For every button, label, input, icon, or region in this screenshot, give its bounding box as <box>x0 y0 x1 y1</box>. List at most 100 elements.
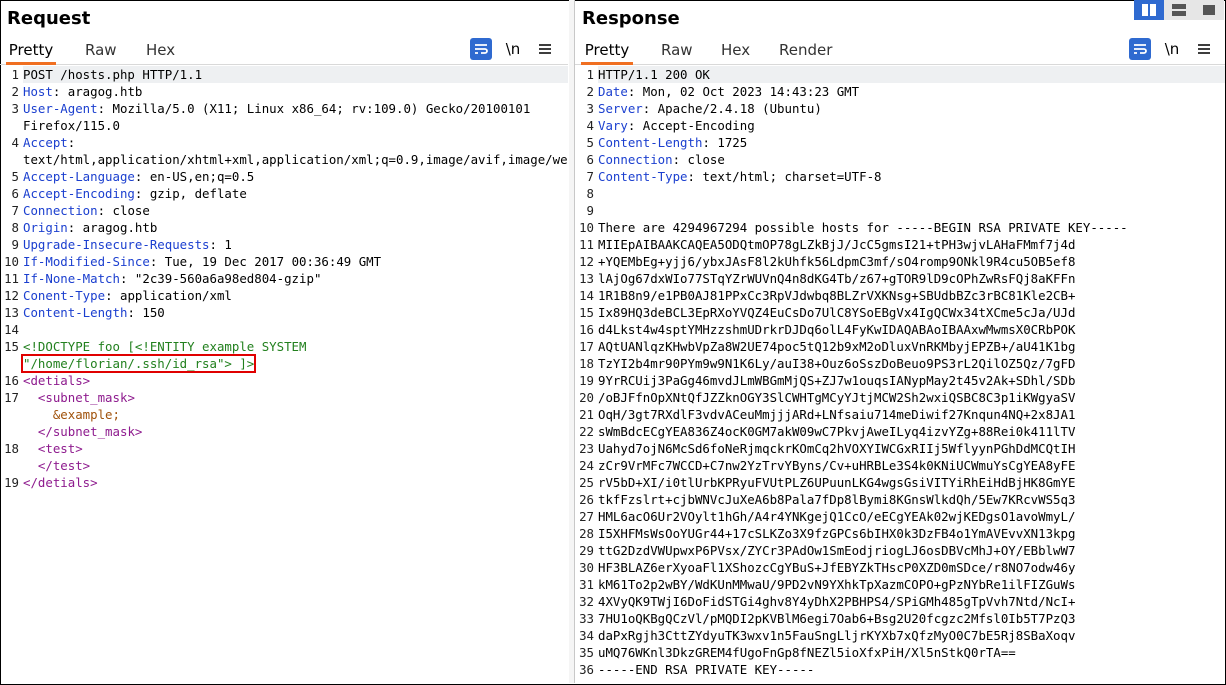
line-text: HTTP/1.1 200 OK <box>598 66 1225 83</box>
code-line: 21 OqH/3gt7RXdlF3vdvACeuMmjjjARd+LNfsaiu7… <box>575 406 1225 423</box>
line-number: 28 <box>579 526 594 541</box>
line-number: 1 <box>586 67 594 82</box>
plain-text: sWmBdcECgYEA836Z4ocK0GM7akW09wC7PkvjAweI… <box>598 424 1076 439</box>
code-line: 2 Host: aragog.htb <box>0 83 568 100</box>
line-number: 2 <box>586 84 594 99</box>
line-number: 26 <box>579 492 594 507</box>
hamburger-menu-icon[interactable] <box>534 38 556 60</box>
header-value: : Tue, 19 Dec 2017 00:36:49 GMT <box>149 254 382 269</box>
header-name: Server <box>598 101 643 116</box>
plain-text: tkfFzslrt+cjbWNVcJuXeA6b8Pala7fDp8lBymi8… <box>598 492 1076 507</box>
line-number: 13 <box>4 305 19 320</box>
line-number: 29 <box>579 543 594 558</box>
tab-raw[interactable]: Raw <box>85 40 117 62</box>
line-number: 18 <box>4 441 19 456</box>
line-text <box>598 202 1225 219</box>
hamburger-menu-icon[interactable] <box>1193 38 1215 60</box>
code-line: 16 d4Lkst4w4sptYMHzzshmUDrkrDJDq6olL4FyKw… <box>575 321 1225 338</box>
tab-raw[interactable]: Raw <box>661 40 693 62</box>
code-line: 20/oBJFfnOpXNtQfJZZknOGY3SlCWHTgMCyYJtjM… <box>575 389 1225 406</box>
code-line: 23 Uahyd7ojN6McSd6foNeRjmqckrKOmCq2hVOXYI… <box>575 440 1225 457</box>
plain-text: +YQEMbEg+yjj6/ybxJAsF8l2kUhfk56LdpmC3mf/… <box>598 254 1076 269</box>
request-body[interactable]: 1 POST /hosts.php HTTP/1.1 2 Host: aragog.h… <box>0 66 568 683</box>
xml-tag: <test> <box>37 441 83 456</box>
line-number: 7 <box>11 203 19 218</box>
line-number: 27 <box>579 509 594 524</box>
code-line: 30 HF3BLAZ6erXyoaFl1XShozcCgYBuS+JfEBYZkT… <box>575 559 1225 576</box>
show-newlines-toggle[interactable]: \n <box>502 38 524 60</box>
entity-reference: &example; <box>52 407 120 422</box>
plain-text: There are 4294967294 possible hosts for … <box>598 220 1128 235</box>
line-number: 36 <box>579 662 594 677</box>
plain-text: MIIEpAIBAAKCAQEA5ODQtmOP78gLZkBjJ/JcC5gm… <box>598 237 1076 252</box>
header-name: Date <box>598 84 628 99</box>
line-text: Accept-Encoding: gzip, deflate <box>23 185 568 202</box>
header-name: Vary <box>598 118 628 133</box>
tab-pretty[interactable]: Pretty <box>6 40 56 65</box>
line-number: 7 <box>586 169 594 184</box>
plain-text: 4XVyQK9TWjI6DoFidSTGi4ghv8Y4yDhX2PBHPS4/… <box>598 594 1076 609</box>
tab-hex[interactable]: Hex <box>721 40 750 62</box>
tab-render[interactable]: Render <box>779 40 832 62</box>
line-number: 14 <box>579 288 594 303</box>
line-number: 20 <box>579 390 594 405</box>
code-line: 12 Conent-Type: application/xml <box>0 287 568 304</box>
code-line: 29 ttG2DzdVWUpwxP6PVsx/ZYCr3PAdOw1SmEodjr… <box>575 542 1225 559</box>
line-text: -----END RSA PRIVATE KEY----- <box>598 661 1225 678</box>
line-number: 19 <box>4 475 19 490</box>
line-number: 18 <box>579 356 594 371</box>
line-number: 11 <box>4 271 19 286</box>
plain-text: OqH/3gt7RXdlF3vdvACeuMmjjjARd+LNfsaiu714… <box>598 407 1076 422</box>
plain-text: ttG2DzdVWUpwxP6PVsx/ZYCr3PAdOw1SmEodjrio… <box>598 543 1076 558</box>
header-name: Connection <box>598 152 673 167</box>
line-number: 17 <box>579 339 594 354</box>
line-number: 22 <box>579 424 594 439</box>
line-number: 16 <box>4 373 19 388</box>
line-text: If-None-Match: "2c39-560a6a98ed804-gzip" <box>23 270 568 287</box>
request-title: Request <box>7 8 91 29</box>
line-text: Origin: aragog.htb <box>23 219 568 236</box>
line-text: Content-Type: text/html; charset=UTF-8 <box>598 168 1225 185</box>
response-pane: Response Pretty Raw Hex Render \n 1 HTTP/… <box>574 0 1225 683</box>
tab-hex[interactable]: Hex <box>146 40 175 62</box>
header-value: : text/html; charset=UTF-8 <box>687 169 882 184</box>
line-text: Host: aragog.htb <box>23 83 568 100</box>
line-text: Connection: close <box>598 151 1225 168</box>
code-line: 9 <box>575 202 1225 219</box>
header-name: Content-Length <box>598 135 703 150</box>
wrap-lines-icon[interactable] <box>470 38 492 60</box>
code-line: 18 TzYI2b4mr90PYm9w9N1K6Ly/auI38+Ouz6oSsz… <box>575 355 1225 372</box>
show-newlines-toggle[interactable]: \n <box>1161 38 1183 60</box>
code-line: 10 There are 4294967294 possible hosts fo… <box>575 219 1225 236</box>
code-line: 10 If-Modified-Since: Tue, 19 Dec 2017 00… <box>0 253 568 270</box>
header-value: : Apache/2.4.18 (Ubuntu) <box>642 101 822 116</box>
line-number: 11 <box>579 237 594 252</box>
header-name: Origin <box>23 220 68 235</box>
code-line: 6 Accept-Encoding: gzip, deflate <box>0 185 568 202</box>
code-line: 19 9YrRCUij3PaGg46mvdJLmWBGmMjQS+ZJ7w1ouq… <box>575 372 1225 389</box>
response-title: Response <box>582 8 680 29</box>
line-text: AQtUANlqzKHwbVpZa8W2UE74poc5tQ12b9xM2oDl… <box>598 338 1225 355</box>
plain-text: HTTP/1.1 200 OK <box>598 67 710 82</box>
header-value: : 1 <box>209 237 232 252</box>
line-text: Date: Mon, 02 Oct 2023 14:43:23 GMT <box>598 83 1225 100</box>
line-text <box>598 185 1225 202</box>
header-name: Accept-Encoding <box>23 186 135 201</box>
line-text: TzYI2b4mr90PYm9w9N1K6Ly/auI38+Ouz6oSszDo… <box>598 355 1225 372</box>
header-value: : aragog.htb <box>67 220 158 235</box>
code-line: 27 HML6acO6Ur2VOylt1hGh/A4r4YNKgejQ1CcO/e… <box>575 508 1225 525</box>
header-value: : "2c39-560a6a98ed804-gzip" <box>119 271 322 286</box>
line-number: 32 <box>579 594 594 609</box>
code-line: 7 Content-Type: text/html; charset=UTF-8 <box>575 168 1225 185</box>
line-text: 7HU1oQKBgQCzVl/pMQDI2pKVBlM6egi7Oab6+Bsg… <box>598 610 1225 627</box>
response-body[interactable]: 1 HTTP/1.1 200 OK 2 Date: Mon, 02 Oct 2023 … <box>575 66 1225 683</box>
line-number: 17 <box>4 390 19 405</box>
wrap-lines-icon[interactable] <box>1129 38 1151 60</box>
plain-text: HML6acO6Ur2VOylt1hGh/A4r4YNKgejQ1CcO/eEC… <box>598 509 1076 524</box>
tab-pretty[interactable]: Pretty <box>581 40 633 65</box>
line-number: 12 <box>579 254 594 269</box>
code-line: 8 Origin: aragog.htb <box>0 219 568 236</box>
